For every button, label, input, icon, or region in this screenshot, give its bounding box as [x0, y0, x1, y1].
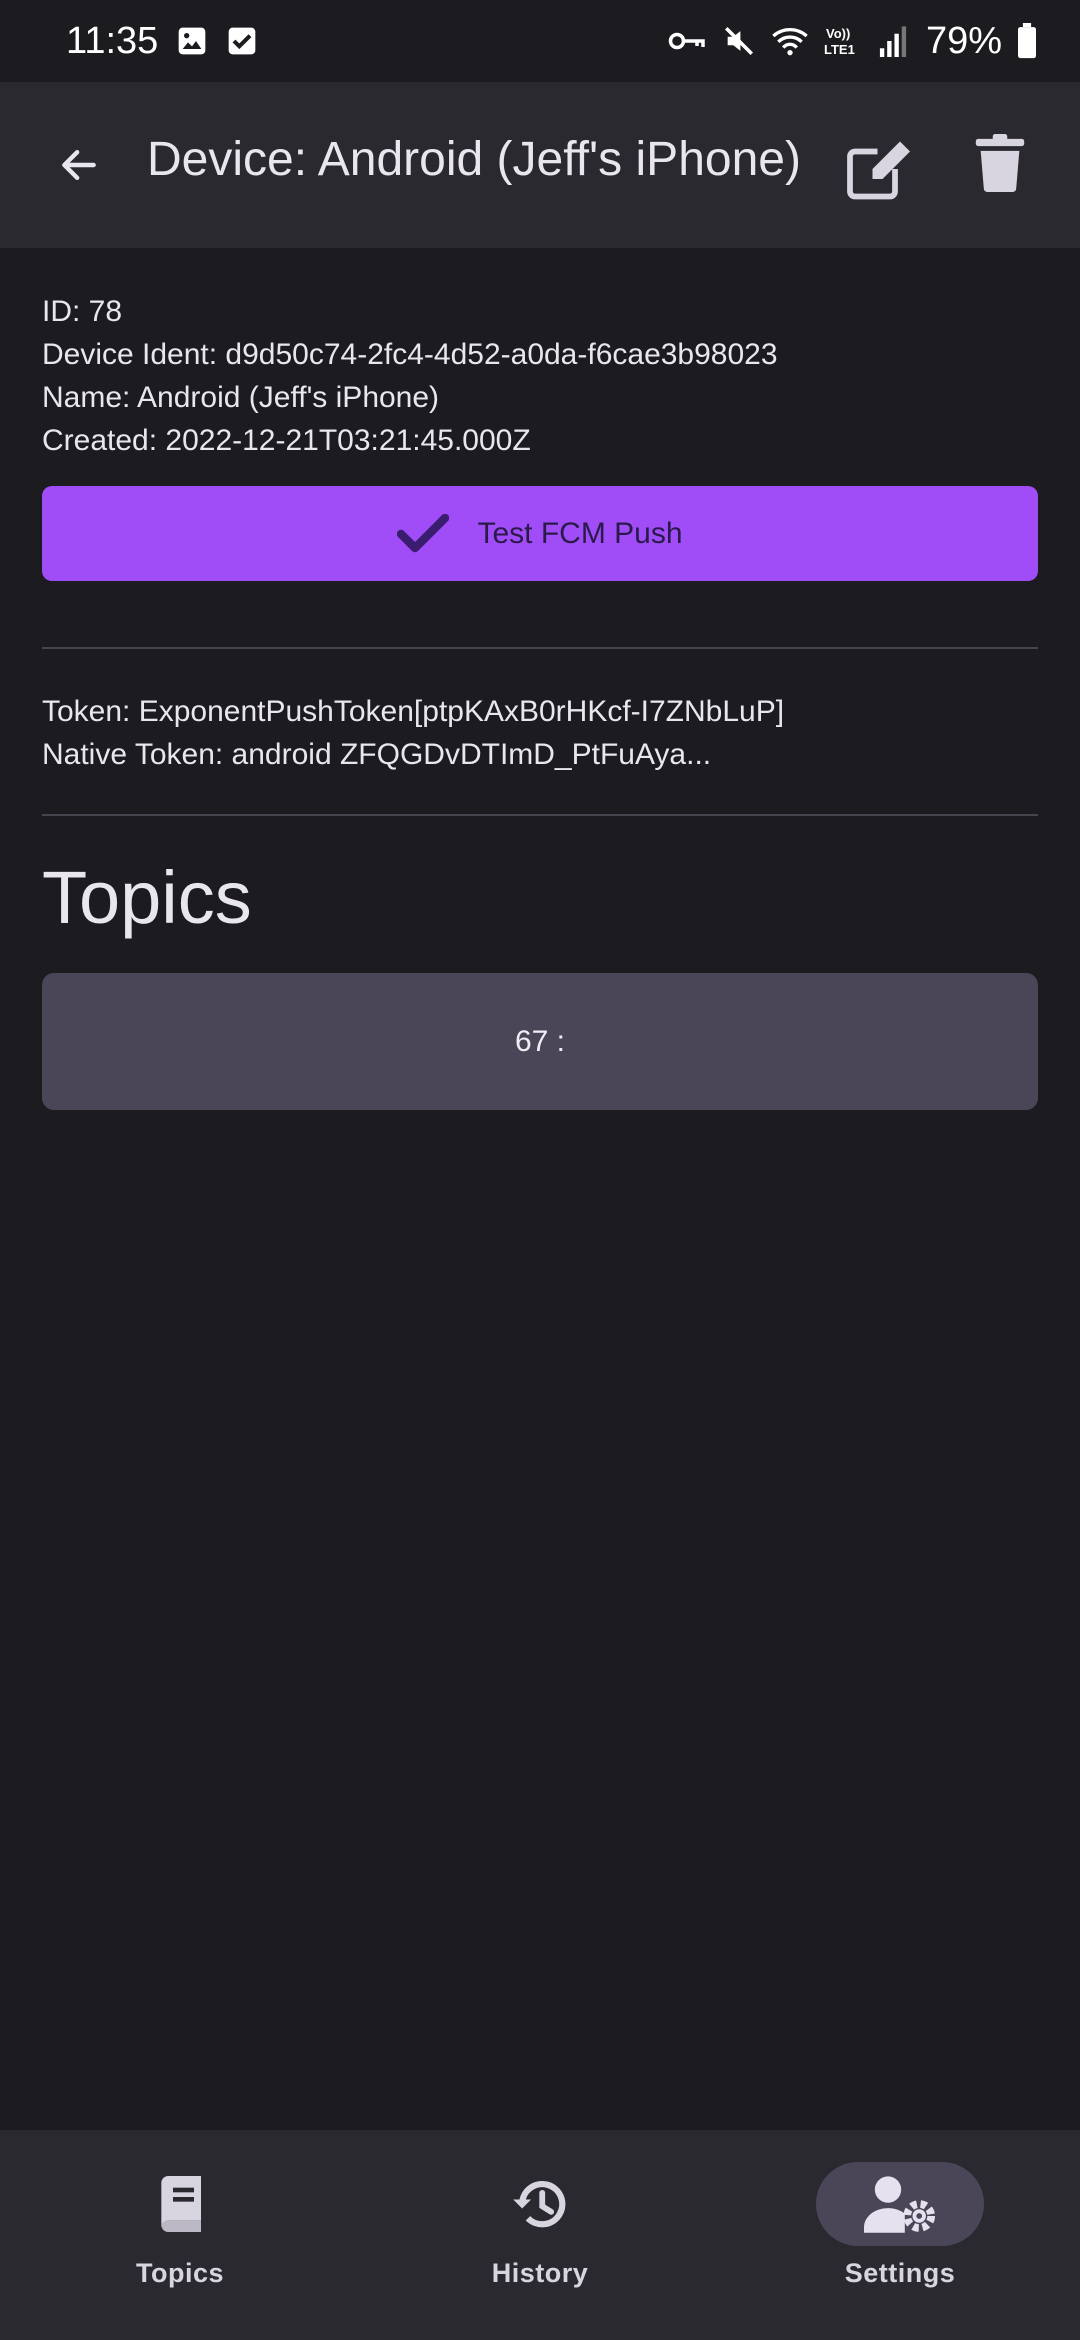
nav-item-settings[interactable]: Settings — [720, 2130, 1080, 2340]
page-title: Device: Android (Jeff's iPhone) — [147, 133, 801, 186]
nav-pill — [456, 2162, 624, 2246]
status-time: 11:35 — [66, 19, 159, 62]
nav-pill-active — [816, 2162, 984, 2246]
nav-label-history: History — [491, 2258, 589, 2288]
nav-label-settings: Settings — [844, 2258, 956, 2288]
device-name: Name: Android (Jeff's iPhone) — [42, 381, 440, 414]
book-icon — [161, 2176, 201, 2232]
wifi-icon — [770, 24, 810, 58]
user-settings-icon — [864, 2176, 936, 2233]
delete-button[interactable] — [975, 134, 1035, 200]
status-bar: 11:35 Vo)) LTE1 79% — [0, 0, 1080, 82]
check-icon — [397, 513, 450, 552]
history-icon — [513, 2181, 566, 2228]
mute-icon — [722, 24, 756, 58]
trash-icon — [975, 134, 1025, 192]
topics-heading: Topics — [42, 856, 252, 939]
nav-item-topics[interactable]: Topics — [0, 2130, 360, 2340]
device-info: ID: 78 Device Ident: d9d50c74-2fc4-4d52-… — [42, 290, 778, 462]
native-token: Native Token: android ZFQGDvDTImD_PtFuAy… — [42, 738, 712, 771]
divider — [42, 647, 1038, 649]
image-icon — [176, 25, 208, 57]
checkbox-icon — [226, 25, 258, 57]
test-fcm-push-button[interactable]: Test FCM Push — [42, 486, 1038, 581]
bottom-nav: Topics History Settings — [0, 2130, 1080, 2340]
status-right: Vo)) LTE1 79% — [668, 20, 1038, 63]
topic-item-label: 67 : — [514, 1024, 566, 1058]
nav-label-topics: Topics — [135, 2258, 224, 2288]
svg-text:Vo)): Vo)) — [826, 26, 850, 41]
edit-icon — [847, 141, 910, 200]
nav-pill — [96, 2162, 264, 2246]
device-ident: Device Ident: d9d50c74-2fc4-4d52-a0da-f6… — [42, 338, 778, 371]
divider — [42, 814, 1038, 816]
back-button[interactable] — [48, 134, 110, 196]
device-created: Created: 2022-12-21T03:21:45.000Z — [42, 424, 531, 457]
status-left: 11:35 — [66, 20, 258, 63]
battery-icon — [1016, 23, 1038, 59]
topic-item[interactable]: 67 : — [42, 973, 1038, 1110]
vpn-key-icon — [668, 26, 708, 56]
device-id: ID: 78 — [42, 295, 123, 328]
edit-button[interactable] — [845, 136, 915, 202]
volte-icon: Vo)) LTE1 — [824, 24, 864, 58]
nav-item-history[interactable]: History — [360, 2130, 720, 2340]
signal-icon — [878, 25, 908, 57]
push-token: Token: ExponentPushToken[ptpKAxB0rHKcf-I… — [42, 695, 785, 728]
battery-level: 79% — [925, 19, 1002, 62]
svg-text:LTE1: LTE1 — [824, 42, 855, 57]
token-info: Token: ExponentPushToken[ptpKAxB0rHKcf-I… — [42, 690, 784, 776]
app-bar: Device: Android (Jeff's iPhone) — [0, 82, 1080, 248]
test-fcm-push-label: Test FCM Push — [477, 516, 683, 550]
back-arrow-icon — [62, 149, 96, 181]
